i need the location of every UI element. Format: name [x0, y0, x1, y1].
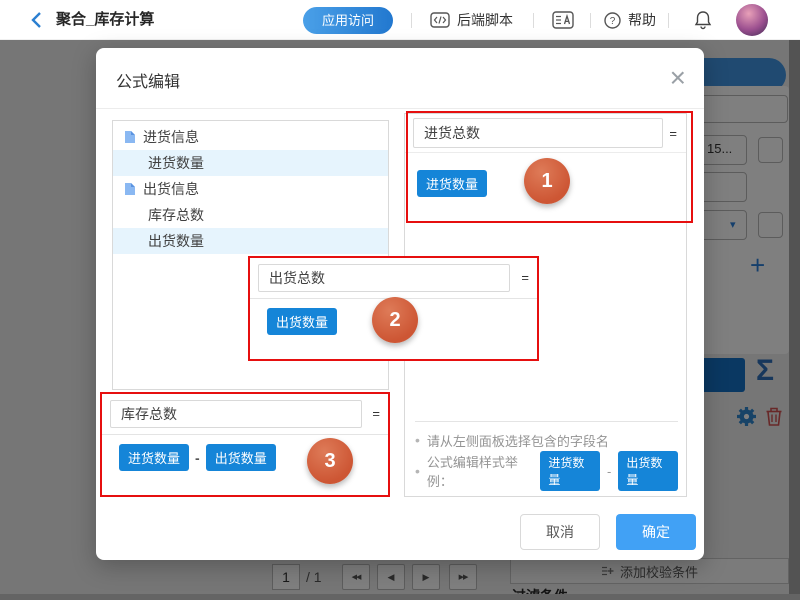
form-icon	[123, 130, 136, 144]
tree-field-shipment-qty[interactable]: 出货数量	[113, 228, 388, 254]
hint-tag-purchase-qty: 进货数量	[540, 451, 600, 491]
tree-group-purchase-info[interactable]: 进货信息	[113, 124, 388, 150]
tree-field-purchase-qty[interactable]: 进货数量	[113, 150, 388, 176]
help-label: 帮助	[628, 10, 656, 30]
app-access-button[interactable]: 应用访问	[303, 7, 393, 34]
formula-name-input-example-3[interactable]	[110, 400, 362, 428]
tree-field-stock-total[interactable]: 库存总数	[113, 202, 388, 228]
dialog-title: 公式编辑	[116, 68, 180, 92]
equals-sign: =	[521, 258, 529, 298]
bullet-icon: •	[415, 463, 420, 479]
backend-script-button[interactable]: 后端脚本	[430, 0, 513, 40]
field-tag-shipment-qty[interactable]: 出货数量	[267, 308, 337, 335]
svg-text:?: ?	[610, 16, 616, 27]
log-icon	[552, 11, 574, 29]
help-button[interactable]: ? 帮助	[604, 0, 656, 40]
bell-icon[interactable]	[694, 10, 712, 35]
back-icon[interactable]	[28, 10, 48, 30]
formula-tokens: 出货数量	[267, 308, 337, 335]
formula-name-input-example-2[interactable]	[258, 264, 510, 292]
tree-group-shipment-info[interactable]: 出货信息	[113, 176, 388, 202]
divider	[668, 13, 669, 28]
hints-area: • 请从左侧面板选择包含的字段名 • 公式编辑样式举例： 进货数量 - 出货数量	[415, 421, 678, 491]
annotation-number-2: 2	[372, 297, 418, 343]
field-tag-purchase-qty[interactable]: 进货数量	[119, 444, 189, 471]
hint-line-1: • 请从左侧面板选择包含的字段名	[415, 429, 678, 451]
hint-tag-shipment-qty: 出货数量	[618, 451, 678, 491]
log-button[interactable]	[552, 0, 574, 40]
form-icon	[123, 182, 136, 196]
annotation-number-3: 3	[307, 438, 353, 484]
hint-text-1: 请从左侧面板选择包含的字段名	[427, 431, 609, 450]
hint-text-2: 公式编辑样式举例：	[427, 452, 533, 490]
bullet-icon: •	[415, 432, 420, 448]
code-icon	[430, 12, 450, 28]
help-icon: ?	[604, 12, 621, 29]
field-tag-shipment-qty[interactable]: 出货数量	[206, 444, 276, 471]
page-title: 聚合_库存计算	[56, 0, 154, 40]
equals-sign: =	[372, 394, 380, 434]
row-divider	[102, 434, 388, 435]
tree-group-label: 出货信息	[143, 179, 199, 199]
backend-script-label: 后端脚本	[457, 10, 513, 30]
divider	[590, 13, 591, 28]
app-window: 聚合_库存计算 应用访问 后端脚本 ? 帮助 15... ▾ +	[0, 0, 800, 600]
close-icon[interactable]: ×	[670, 58, 686, 97]
hint-line-2: • 公式编辑样式举例： 进货数量 - 出货数量	[415, 451, 678, 491]
cancel-button[interactable]: 取消	[520, 514, 600, 550]
divider	[411, 13, 412, 28]
formula-tokens: 进货数量 - 出货数量	[119, 444, 276, 471]
annotation-number-1: 1	[524, 158, 570, 204]
divider	[533, 13, 534, 28]
tree-group-label: 进货信息	[143, 127, 199, 147]
confirm-button[interactable]: 确定	[616, 514, 696, 550]
hint-minus: -	[607, 464, 611, 479]
minus-operator: -	[195, 450, 200, 466]
header-divider	[96, 108, 704, 109]
avatar[interactable]	[736, 4, 768, 36]
top-bar: 聚合_库存计算 应用访问 后端脚本 ? 帮助	[0, 0, 800, 40]
